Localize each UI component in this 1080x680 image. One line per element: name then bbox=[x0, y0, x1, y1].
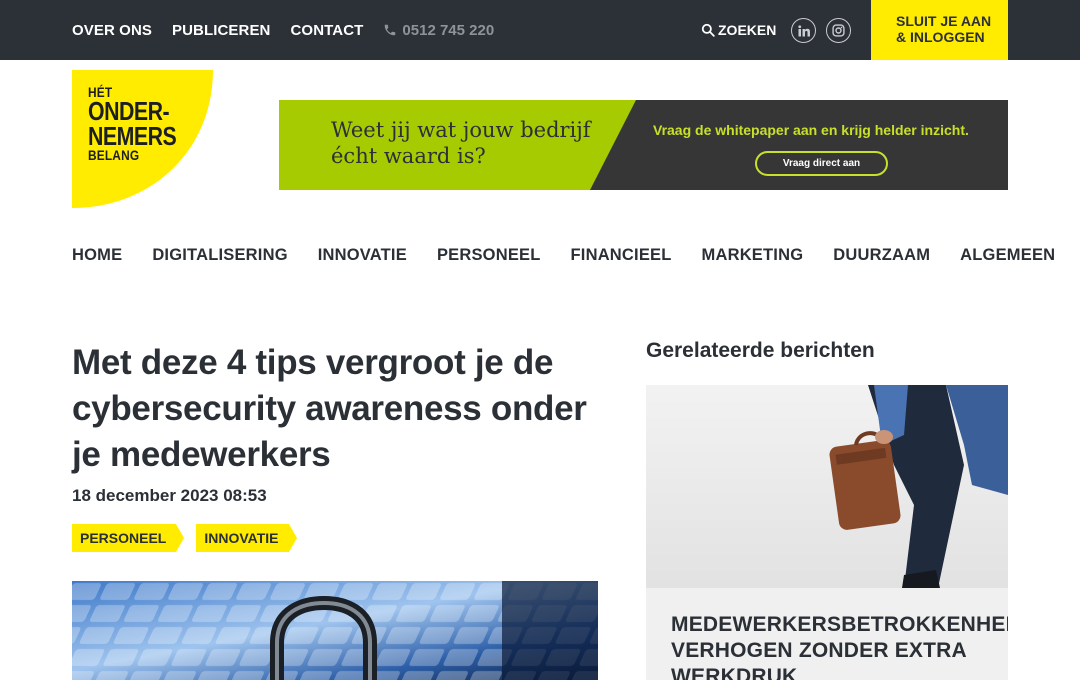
article-title: Met deze 4 tips vergroot je de cybersecu… bbox=[72, 343, 587, 474]
businessman-briefcase-photo bbox=[646, 385, 1008, 588]
related-posts-heading: Gerelateerde berichten bbox=[646, 339, 875, 362]
tag-personeel[interactable]: PERSONEEL bbox=[72, 524, 185, 552]
main-nav: HOME DIGITALISERING INNOVATIE PERSONEEL … bbox=[72, 244, 1080, 266]
phone-link[interactable]: 0512 745 220 bbox=[383, 22, 494, 39]
banner-subline: Vraag de whitepaper aan en krijg helder … bbox=[653, 122, 969, 138]
top-bar: OVER ONS PUBLICEREN CONTACT 0512 745 220… bbox=[0, 0, 1080, 60]
banner-cta-button[interactable]: Vraag direct aan bbox=[755, 151, 888, 176]
logo-wordmark: HÉT ONDER- NEMERS BELANG bbox=[88, 85, 196, 163]
top-nav-contact[interactable]: CONTACT bbox=[291, 22, 364, 39]
whitepaper-banner[interactable]: Weet jij wat jouw bedrijf écht waard is?… bbox=[279, 100, 1008, 190]
phone-icon bbox=[385, 24, 396, 36]
site-logo[interactable]: HÉT ONDER- NEMERS BELANG bbox=[72, 70, 213, 208]
padlock-keyboard-photo bbox=[72, 581, 598, 680]
logo-line-4: BELANG bbox=[88, 146, 140, 163]
tag-innovatie[interactable]: INNOVATIE bbox=[196, 524, 297, 552]
linkedin-link[interactable] bbox=[791, 18, 816, 43]
banner-headline-line-2: écht waard is? bbox=[331, 144, 486, 168]
banner-headline-line-1: Weet jij wat jouw bedrijf bbox=[331, 118, 591, 142]
banner-headline: Weet jij wat jouw bedrijf écht waard is? bbox=[331, 117, 591, 169]
nav-innovatie[interactable]: INNOVATIE bbox=[318, 246, 407, 265]
instagram-icon bbox=[832, 24, 845, 37]
nav-home[interactable]: HOME bbox=[72, 246, 122, 265]
join-login-button[interactable]: SLUIT JE AAN & INLOGGEN bbox=[871, 0, 1008, 60]
top-nav-publiceren[interactable]: PUBLICEREN bbox=[172, 22, 271, 39]
search-button[interactable]: ZOEKEN bbox=[701, 19, 776, 41]
join-line-2: & INLOGGEN bbox=[896, 29, 985, 45]
linkedin-icon bbox=[797, 24, 810, 36]
nav-personeel[interactable]: PERSONEEL bbox=[437, 246, 541, 265]
nav-marketing[interactable]: MARKETING bbox=[702, 246, 804, 265]
nav-financieel[interactable]: FINANCIEEL bbox=[571, 246, 672, 265]
article-hero-image bbox=[72, 581, 598, 680]
phone-number: 0512 745 220 bbox=[402, 21, 495, 39]
article-tags: PERSONEEL INNOVATIE bbox=[72, 524, 309, 552]
instagram-link[interactable] bbox=[826, 18, 851, 43]
search-icon bbox=[701, 23, 715, 37]
nav-digitalisering[interactable]: DIGITALISERING bbox=[152, 246, 287, 265]
top-nav-over-ons[interactable]: OVER ONS bbox=[72, 22, 152, 39]
related-post-card[interactable]: MEDEWERKERSBETROKKENHEID VERHOGEN ZONDER… bbox=[646, 588, 1008, 680]
nav-duurzaam[interactable]: DUURZAAM bbox=[833, 246, 930, 265]
article-date: 18 december 2023 08:53 bbox=[72, 486, 267, 505]
related-post-image[interactable] bbox=[646, 385, 1008, 588]
top-nav: OVER ONS PUBLICEREN CONTACT 0512 745 220 bbox=[72, 0, 494, 60]
search-label: ZOEKEN bbox=[718, 22, 777, 38]
related-post-title: MEDEWERKERSBETROKKENHEID VERHOGEN ZONDER… bbox=[671, 613, 1008, 680]
join-line-1: SLUIT JE AAN bbox=[896, 13, 992, 29]
nav-algemeen[interactable]: ALGEMEEN bbox=[960, 246, 1055, 265]
logo-line-3: NEMERS bbox=[88, 120, 177, 151]
